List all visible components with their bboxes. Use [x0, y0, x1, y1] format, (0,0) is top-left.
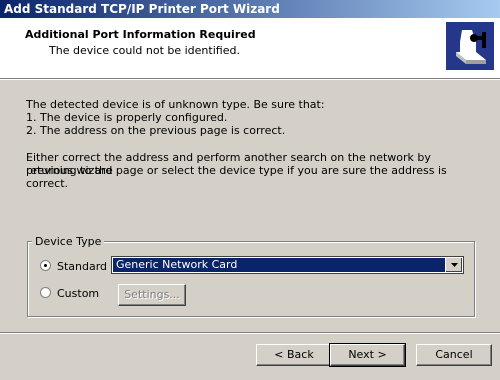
standard-radio[interactable]: [40, 260, 51, 271]
cancel-button[interactable]: Cancel: [416, 344, 492, 366]
device-type-select[interactable]: Generic Network Card: [111, 256, 464, 274]
next-button[interactable]: Next >: [329, 343, 406, 367]
custom-radio[interactable]: [40, 287, 51, 298]
header-divider: [0, 79, 500, 80]
back-button[interactable]: < Back: [256, 344, 332, 366]
chevron-down-icon[interactable]: [445, 258, 462, 272]
wizard-header: Additional Port Information Required The…: [0, 18, 500, 79]
device-type-group: [27, 241, 475, 317]
info-line-3: 2. The address on the previous page is c…: [26, 124, 286, 137]
header-title: Additional Port Information Required: [25, 28, 256, 41]
info-line-1: The detected device is of unknown type. …: [26, 98, 325, 111]
settings-button[interactable]: Settings...: [118, 284, 186, 306]
standard-radio-label[interactable]: Standard: [57, 260, 107, 273]
device-type-select-value: Generic Network Card: [113, 258, 445, 272]
info-line-5: previous wizard page or select the devic…: [26, 164, 447, 190]
window-title: Add Standard TCP/IP Printer Port Wizard: [0, 0, 500, 18]
footer-divider: [0, 332, 500, 334]
printer-wizard-icon: [446, 22, 494, 70]
custom-radio-label[interactable]: Custom: [57, 287, 99, 300]
device-type-legend: Device Type: [32, 235, 105, 248]
window-bottom-edge: [0, 374, 500, 380]
header-subtitle: The device could not be identified.: [49, 44, 240, 57]
radio-selected-dot: [44, 264, 47, 267]
info-line-2: 1. The device is properly configured.: [26, 111, 228, 124]
